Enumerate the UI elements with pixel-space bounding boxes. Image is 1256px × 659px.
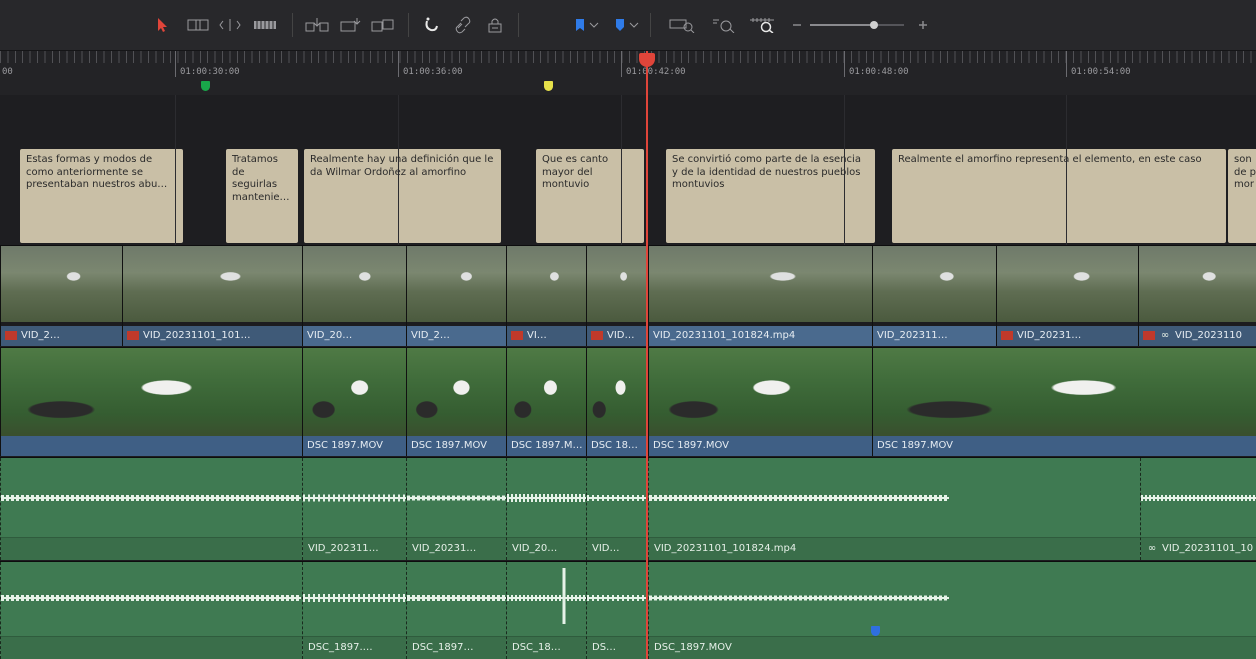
timeline-ruler[interactable]: 00 01:00:30:00 01:00:36:00 01:00:42:00 0… — [0, 51, 1256, 95]
zoom-in-icon[interactable] — [916, 14, 930, 36]
audio-clip[interactable]: DSC_18… — [506, 562, 586, 659]
audio-clip[interactable]: DS… — [586, 562, 648, 659]
green-marker-icon[interactable] — [201, 81, 210, 91]
audio-clip[interactable]: VID_20231… — [406, 458, 506, 560]
link-icon: ∞ — [1160, 330, 1170, 341]
blade-icon[interactable] — [252, 14, 278, 36]
video-clip[interactable]: VID_20… — [302, 246, 406, 346]
video-clip[interactable]: VID_20231… — [996, 246, 1138, 346]
zoom-detail-icon[interactable] — [710, 14, 738, 36]
audio-clip[interactable]: DSC_1897.MOV — [648, 562, 1256, 659]
flag-icon[interactable] — [572, 14, 588, 36]
subtitle-clip[interactable]: Realmente el amorfino representa el elem… — [892, 149, 1226, 243]
audio-clip[interactable]: DSC_1897… — [406, 562, 506, 659]
marker-icon[interactable] — [612, 14, 628, 36]
replace-clip-icon[interactable] — [370, 14, 396, 36]
audio-clip[interactable]: VID_202311… — [302, 458, 406, 560]
audio-track-2: DSC_1897.… DSC_1897… DSC_18… DS… DSC_189… — [0, 562, 1256, 659]
video-track-2: VID_2… VID_20231101_101… VID_20… VID_2… … — [0, 246, 1256, 346]
yellow-marker-icon[interactable] — [544, 81, 553, 91]
video-clip[interactable]: ∞ VID_2023110 — [1138, 246, 1256, 346]
video-clip[interactable]: VID_20231101_101824.mp4 — [648, 246, 872, 346]
link-icon: ∞ — [1147, 543, 1157, 554]
video-clip[interactable] — [0, 348, 302, 456]
video-clip[interactable]: VID_2… — [0, 246, 122, 346]
selection-arrow-icon[interactable] — [152, 14, 172, 36]
video-clip[interactable]: DSC 1897.M… — [506, 348, 586, 456]
timecode-label: 01:00:54:00 — [1071, 67, 1131, 77]
subtitle-clip[interactable]: Tratamos de seguirlas mantenie… — [226, 149, 298, 243]
video-clip[interactable]: DSC 1897.MOV — [406, 348, 506, 456]
video-track-1: DSC 1897.MOV DSC 1897.MOV DSC 1897.M… DS… — [0, 348, 1256, 456]
video-clip[interactable]: DSC 1897.MOV — [872, 348, 1256, 456]
audio-clip[interactable] — [0, 562, 302, 659]
timecode-label: 01:00:48:00 — [849, 67, 909, 77]
zoom-slider[interactable] — [808, 14, 908, 36]
video-clip[interactable]: VID_202311… — [872, 246, 996, 346]
zoom-out-icon[interactable] — [790, 14, 804, 36]
subtitle-clip[interactable]: Realmente hay una definición que le da W… — [304, 149, 501, 243]
subtitle-track: Estas formas y modos de como anteriormen… — [0, 95, 1256, 245]
audio-clip[interactable]: VID_20… — [506, 458, 586, 560]
video-clip[interactable]: VID_2… — [406, 246, 506, 346]
linked-selection-icon[interactable] — [452, 14, 474, 36]
flag-dropdown-chevron-icon[interactable] — [588, 14, 600, 36]
audio-clip[interactable]: ∞ VID_20231101_10 — [1140, 458, 1256, 560]
audio-clip[interactable]: VID_20231101_101824.mp4 — [648, 458, 1140, 560]
subtitle-clip[interactable]: Estas formas y modos de como anteriormen… — [20, 149, 183, 243]
video-clip[interactable]: DSC 18… — [586, 348, 648, 456]
video-clip[interactable]: VID_20231101_101… — [122, 246, 302, 346]
zoom-full-icon[interactable] — [668, 14, 696, 36]
video-clip[interactable]: DSC 1897.MOV — [648, 348, 872, 456]
trim-edit-icon[interactable] — [186, 14, 210, 36]
position-lock-icon[interactable] — [484, 14, 506, 36]
timecode-label: 01:00:30:00 — [180, 67, 240, 77]
timeline-toolbar — [0, 0, 1256, 51]
dynamic-trim-icon[interactable] — [218, 14, 242, 36]
blue-marker-icon[interactable] — [871, 626, 880, 636]
timecode-label: 01:00:42:00 — [626, 67, 686, 77]
ruler-ticks — [0, 51, 1256, 63]
audio-track-1: VID_202311… VID_20231… VID_20… VID… VID_… — [0, 458, 1256, 560]
video-clip[interactable]: VID… — [586, 246, 648, 346]
overwrite-clip-icon[interactable] — [338, 14, 362, 36]
marker-dropdown-chevron-icon[interactable] — [628, 14, 640, 36]
video-clip[interactable]: DSC 1897.MOV — [302, 348, 406, 456]
subtitle-clip[interactable]: son de p mor — [1228, 149, 1256, 243]
playhead[interactable] — [646, 51, 648, 659]
audio-clip[interactable]: VID… — [586, 458, 648, 560]
timecode-label: 01:00:36:00 — [403, 67, 463, 77]
audio-clip[interactable]: DSC_1897.… — [302, 562, 406, 659]
insert-clip-icon[interactable] — [304, 14, 330, 36]
zoom-custom-icon[interactable] — [748, 14, 778, 36]
audio-clip[interactable] — [0, 458, 302, 560]
timecode-label: 00 — [2, 67, 13, 77]
video-clip[interactable]: VI… — [506, 246, 586, 346]
snapping-icon[interactable] — [420, 14, 442, 36]
subtitle-clip[interactable]: Que es canto mayor del montuvio — [536, 149, 644, 243]
